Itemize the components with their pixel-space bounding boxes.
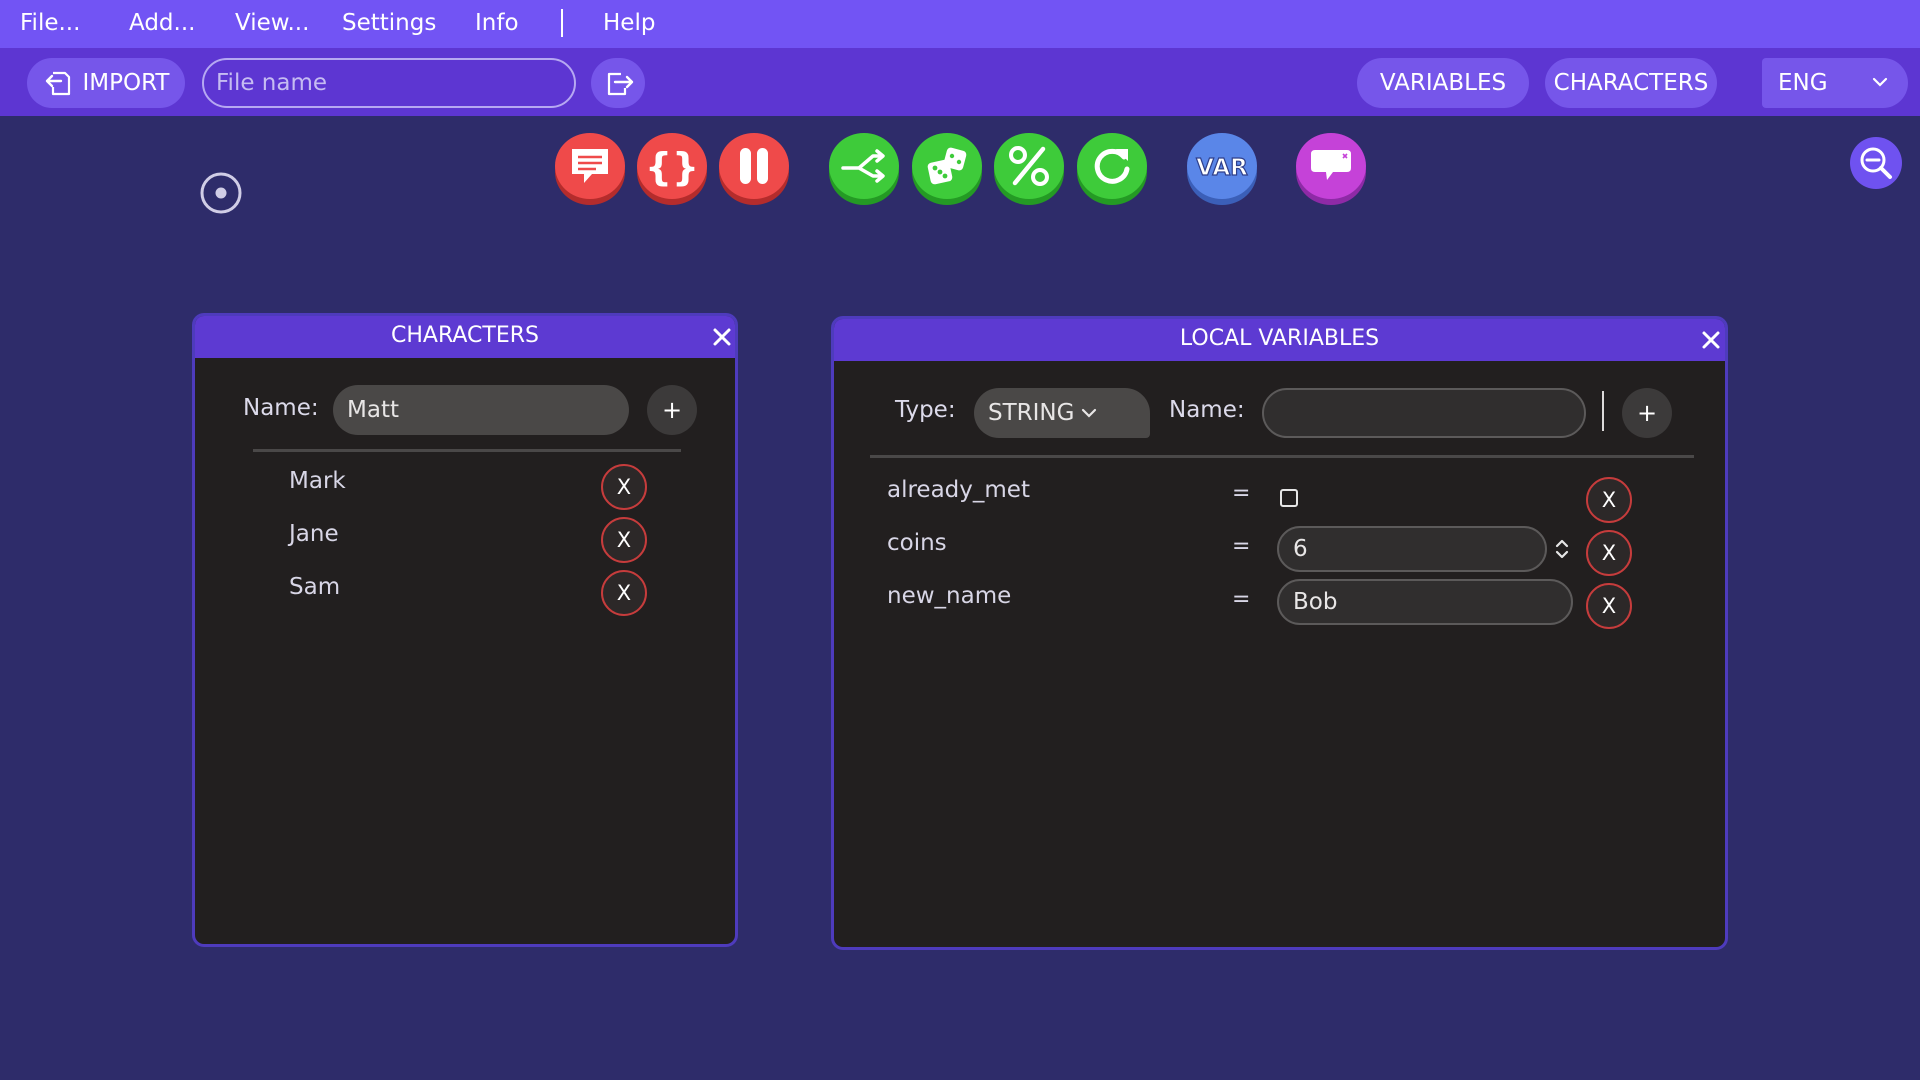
import-button[interactable]: IMPORT [27, 58, 185, 108]
delete-character-button[interactable]: X [601, 517, 647, 563]
local-variables-panel: LOCAL VARIABLES Type: STRING Name: + alr… [831, 316, 1728, 950]
add-random-node-button[interactable] [912, 133, 982, 205]
branch-arrows-icon [839, 146, 889, 186]
zoom-out-button[interactable] [1850, 137, 1902, 189]
chevron-down-icon [1080, 404, 1098, 422]
coins-value: 6 [1293, 536, 1308, 562]
file-name-input[interactable] [202, 58, 576, 108]
menu-help[interactable]: Help [603, 0, 655, 48]
menu-separator [561, 9, 563, 37]
chevron-down-icon [1870, 72, 1890, 92]
toolbar: IMPORT VARIABLES CHARACTERS ENG [0, 48, 1920, 116]
equals-sign: = [1232, 481, 1250, 506]
delete-variable-button[interactable]: X [1586, 530, 1632, 576]
equals-sign: = [1232, 587, 1250, 612]
new-name-value-input[interactable]: Bob [1277, 579, 1573, 625]
import-icon [43, 67, 75, 99]
add-comment-node-button[interactable] [1296, 133, 1366, 205]
variable-type-select[interactable]: STRING [974, 388, 1150, 438]
equals-sign: = [1232, 534, 1250, 559]
characters-panel: CHARACTERS Name: Matt + Mark X Jane X Sa… [192, 313, 738, 947]
add-chance-node-button[interactable] [994, 133, 1064, 205]
svg-text:{}: {} [648, 145, 696, 189]
character-item-jane: Jane [289, 521, 339, 547]
percent-icon [1005, 143, 1053, 189]
var-icon: VAR [1192, 150, 1252, 182]
center-view-icon[interactable] [199, 171, 243, 215]
character-name-input[interactable]: Matt [333, 385, 629, 435]
menu-bar: File... Add... View... Settings Info Hel… [0, 0, 1920, 48]
coins-value-input[interactable]: 6 [1277, 526, 1547, 572]
export-button[interactable] [591, 58, 645, 108]
menu-add[interactable]: Add... [129, 0, 195, 48]
variable-type-value: STRING [988, 400, 1074, 426]
language-value: ENG [1778, 70, 1828, 96]
curly-braces-icon: {} [648, 143, 696, 189]
close-icon[interactable] [1698, 327, 1724, 353]
pause-icon [734, 144, 774, 188]
delete-variable-button[interactable]: X [1586, 477, 1632, 523]
dice-icon [923, 143, 971, 189]
menu-view[interactable]: View... [235, 0, 309, 48]
language-select[interactable]: ENG [1762, 58, 1908, 108]
export-icon [601, 68, 635, 98]
menu-info[interactable]: Info [475, 0, 519, 48]
add-branch-node-button[interactable] [829, 133, 899, 205]
add-pause-node-button[interactable] [719, 133, 789, 205]
zoom-out-icon [1857, 144, 1895, 182]
add-variable-node-button[interactable]: VAR [1187, 133, 1257, 205]
variable-type-label: Type: [895, 397, 956, 423]
characters-panel-title: CHARACTERS [195, 316, 735, 358]
character-item-sam: Sam [289, 574, 340, 600]
add-repeat-node-button[interactable] [1077, 133, 1147, 205]
delete-character-button[interactable]: X [601, 570, 647, 616]
variable-name-label: Name: [1169, 397, 1245, 423]
new-name-value: Bob [1293, 589, 1337, 615]
variables-button[interactable]: VARIABLES [1357, 58, 1529, 108]
refresh-icon [1088, 143, 1136, 189]
var-icon-label: VAR [1196, 155, 1248, 181]
menu-file[interactable]: File... [20, 0, 80, 48]
variable-name-input[interactable] [1262, 388, 1586, 438]
menu-settings[interactable]: Settings [342, 0, 436, 48]
delete-character-button[interactable]: X [601, 464, 647, 510]
character-name-label: Name: [243, 395, 319, 421]
spinner-arrows-icon[interactable] [1553, 537, 1571, 561]
already-met-checkbox[interactable] [1280, 489, 1298, 507]
add-variable-button[interactable]: + [1622, 388, 1672, 438]
add-character-button[interactable]: + [647, 385, 697, 435]
variable-name-already-met: already_met [887, 477, 1030, 503]
delete-variable-button[interactable]: X [1586, 583, 1632, 629]
local-variables-panel-title: LOCAL VARIABLES [834, 319, 1725, 361]
comment-bubble-icon [1305, 146, 1357, 186]
add-dialogue-node-button[interactable] [555, 133, 625, 205]
divider [253, 449, 681, 452]
divider [870, 455, 1694, 458]
speech-bubble-icon [566, 144, 614, 188]
add-script-node-button[interactable]: {} [637, 133, 707, 205]
close-icon[interactable] [709, 324, 735, 350]
character-name-value: Matt [347, 397, 399, 423]
variable-name-new-name: new_name [887, 583, 1011, 609]
import-label: IMPORT [83, 70, 170, 96]
characters-button[interactable]: CHARACTERS [1545, 58, 1717, 108]
text-cursor [1602, 391, 1604, 431]
character-item-mark: Mark [289, 468, 346, 494]
variable-name-coins: coins [887, 530, 947, 556]
